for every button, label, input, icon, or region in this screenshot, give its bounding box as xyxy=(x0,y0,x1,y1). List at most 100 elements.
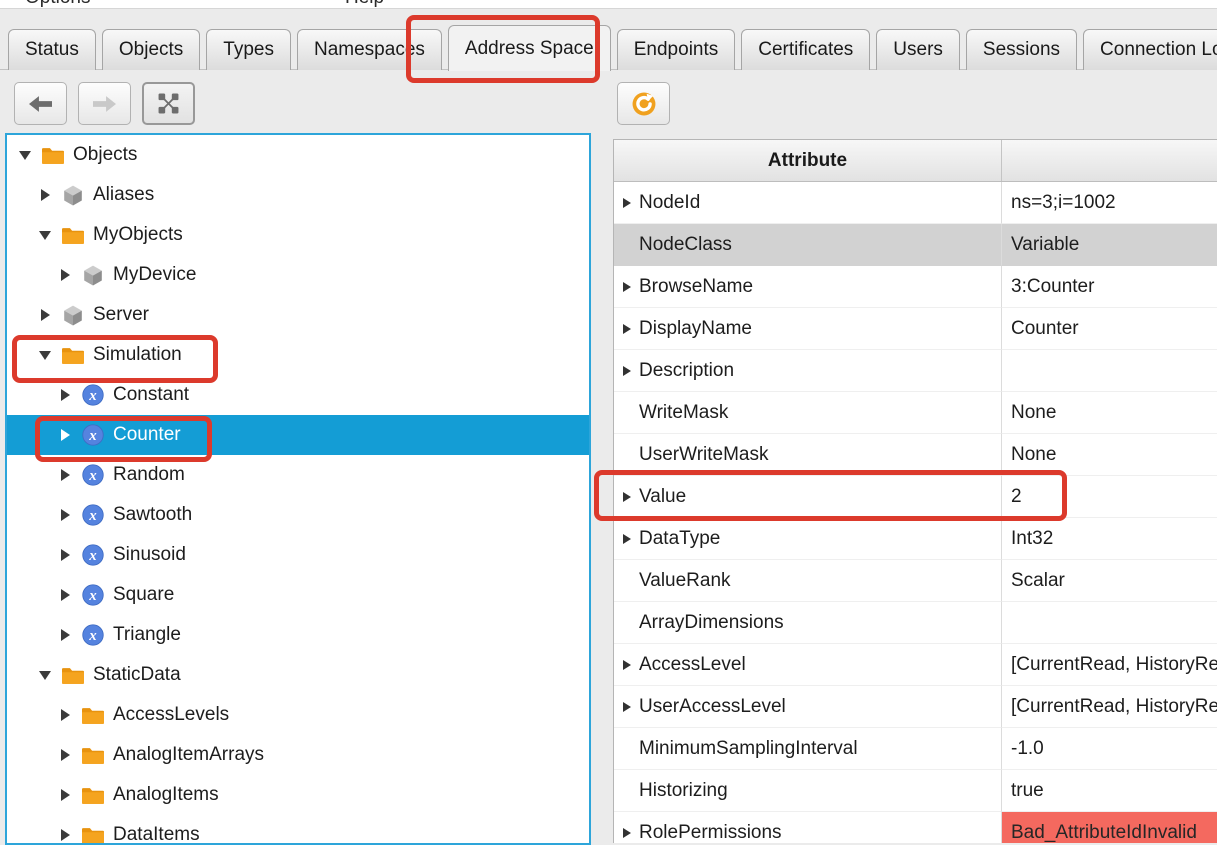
tree-expander[interactable] xyxy=(38,671,52,680)
tree-item-dataitems[interactable]: DataItems xyxy=(7,815,589,845)
attribute-row-minimumsamplinginterval[interactable]: MinimumSamplingInterval-1.0 xyxy=(614,728,1217,770)
chevron-right-icon xyxy=(61,389,70,401)
tree-expander[interactable] xyxy=(58,789,72,801)
tree-item-label: Triangle xyxy=(113,624,181,646)
row-expander[interactable] xyxy=(620,492,634,502)
attribute-row-nodeclass[interactable]: NodeClassVariable xyxy=(614,224,1217,266)
attributes-table-body: NodeIdns=3;i=1002NodeClassVariableBrowse… xyxy=(614,182,1217,843)
tree-expander[interactable] xyxy=(58,469,72,481)
tree-item-constant[interactable]: Constant xyxy=(7,375,589,415)
tree-item-myobjects[interactable]: MyObjects xyxy=(7,215,589,255)
chevron-right-icon xyxy=(623,702,631,712)
row-expander[interactable] xyxy=(620,366,634,376)
tree-expander[interactable] xyxy=(38,351,52,360)
tab-users[interactable]: Users xyxy=(876,29,960,70)
attribute-name-cell: ArrayDimensions xyxy=(614,602,1002,644)
tree-item-objects[interactable]: Objects xyxy=(7,135,589,175)
tree-item-mydevice[interactable]: MyDevice xyxy=(7,255,589,295)
attributes-toolbar xyxy=(617,82,670,125)
tab-namespaces[interactable]: Namespaces xyxy=(297,29,442,70)
tree-expander[interactable] xyxy=(58,269,72,281)
tree-item-analogitems[interactable]: AnalogItems xyxy=(7,775,589,815)
attribute-row-nodeid[interactable]: NodeIdns=3;i=1002 xyxy=(614,182,1217,224)
tab-connection-log[interactable]: Connection Log xyxy=(1083,29,1217,70)
attribute-name-cell: MinimumSamplingInterval xyxy=(614,728,1002,770)
tree-item-sinusoid[interactable]: Sinusoid xyxy=(7,535,589,575)
tree-expander[interactable] xyxy=(58,749,72,761)
attribute-column-header[interactable]: Attribute xyxy=(614,140,1002,181)
attribute-row-description[interactable]: Description xyxy=(614,350,1217,392)
attribute-row-valuerank[interactable]: ValueRankScalar xyxy=(614,560,1217,602)
row-expander[interactable] xyxy=(620,534,634,544)
folder-icon xyxy=(62,224,84,246)
tree-expander[interactable] xyxy=(58,629,72,641)
tree-expander[interactable] xyxy=(58,829,72,841)
attribute-row-historizing[interactable]: Historizingtrue xyxy=(614,770,1217,812)
chevron-right-icon xyxy=(623,198,631,208)
attribute-row-browsename[interactable]: BrowseName3:Counter xyxy=(614,266,1217,308)
attribute-row-datatype[interactable]: DataTypeInt32 xyxy=(614,518,1217,560)
tree-item-accesslevels[interactable]: AccessLevels xyxy=(7,695,589,735)
tree-expander[interactable] xyxy=(58,589,72,601)
tree-item-triangle[interactable]: Triangle xyxy=(7,615,589,655)
attribute-row-accesslevel[interactable]: AccessLevel[CurrentRead, HistoryRead] xyxy=(614,644,1217,686)
tree-expander[interactable] xyxy=(58,549,72,561)
tab-types[interactable]: Types xyxy=(206,29,291,70)
tree-item-server[interactable]: Server xyxy=(7,295,589,335)
row-expander[interactable] xyxy=(620,702,634,712)
attribute-row-rolepermissions[interactable]: RolePermissionsBad_AttributeIdInvalid xyxy=(614,812,1217,843)
chevron-down-icon xyxy=(39,671,51,680)
highlight-references-button[interactable] xyxy=(142,82,195,125)
tree-expander[interactable] xyxy=(58,509,72,521)
folder-icon xyxy=(82,824,104,845)
tree-expander[interactable] xyxy=(38,309,52,321)
chevron-down-icon xyxy=(19,151,31,160)
tree-item-random[interactable]: Random xyxy=(7,455,589,495)
tab-status[interactable]: Status xyxy=(8,29,96,70)
tab-certificates[interactable]: Certificates xyxy=(741,29,870,70)
tab-address-space[interactable]: Address Space xyxy=(448,25,611,71)
tree-item-simulation[interactable]: Simulation xyxy=(7,335,589,375)
tree-item-label: AnalogItems xyxy=(113,784,219,806)
attribute-value-cell: Variable xyxy=(1002,224,1217,266)
refresh-button[interactable] xyxy=(617,82,670,125)
tree-item-sawtooth[interactable]: Sawtooth xyxy=(7,495,589,535)
attribute-row-displayname[interactable]: DisplayNameCounter xyxy=(614,308,1217,350)
tree-item-staticdata[interactable]: StaticData xyxy=(7,655,589,695)
row-expander[interactable] xyxy=(620,198,634,208)
attribute-row-writemask[interactable]: WriteMaskNone xyxy=(614,392,1217,434)
attributes-table: Attribute NodeIdns=3;i=1002NodeClassVari… xyxy=(613,139,1217,843)
attribute-row-useraccesslevel[interactable]: UserAccessLevel[CurrentRead, HistoryRead… xyxy=(614,686,1217,728)
tree-expander[interactable] xyxy=(58,709,72,721)
tree-expander[interactable] xyxy=(38,189,52,201)
attribute-row-userwritemask[interactable]: UserWriteMaskNone xyxy=(614,434,1217,476)
menu-item-help[interactable]: Help xyxy=(345,0,384,9)
tree-item-analogitemarrays[interactable]: AnalogItemArrays xyxy=(7,735,589,775)
attribute-row-arraydimensions[interactable]: ArrayDimensions xyxy=(614,602,1217,644)
tree-expander[interactable] xyxy=(18,151,32,160)
folder-icon xyxy=(42,144,64,166)
tab-objects[interactable]: Objects xyxy=(102,29,200,70)
tree-expander[interactable] xyxy=(58,389,72,401)
back-button[interactable] xyxy=(14,82,67,125)
row-expander[interactable] xyxy=(620,660,634,670)
tree-item-square[interactable]: Square xyxy=(7,575,589,615)
attribute-row-value[interactable]: Value2 xyxy=(614,476,1217,518)
row-expander[interactable] xyxy=(620,282,634,292)
row-expander[interactable] xyxy=(620,828,634,838)
value-column-header[interactable] xyxy=(1002,140,1217,181)
attribute-value-cell: true xyxy=(1002,770,1217,812)
tree-expander[interactable] xyxy=(38,231,52,240)
tab-endpoints[interactable]: Endpoints xyxy=(617,29,736,70)
tree-expander[interactable] xyxy=(58,429,72,441)
chevron-down-icon xyxy=(39,231,51,240)
tree-item-counter[interactable]: Counter xyxy=(7,415,589,455)
folder-icon xyxy=(82,744,104,766)
tree-item-aliases[interactable]: Aliases xyxy=(7,175,589,215)
attribute-name: ArrayDimensions xyxy=(639,612,784,634)
menu-item-options[interactable]: Options xyxy=(25,0,90,9)
tab-sessions[interactable]: Sessions xyxy=(966,29,1077,70)
object-icon xyxy=(62,184,84,206)
forward-button[interactable] xyxy=(78,82,131,125)
row-expander[interactable] xyxy=(620,324,634,334)
